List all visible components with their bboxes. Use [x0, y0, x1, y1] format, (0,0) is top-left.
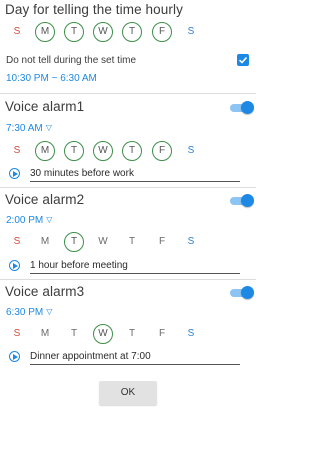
alarm2-day-selector: S M T W T F S: [0, 232, 256, 254]
alarm3-time[interactable]: 6:30 PM ▽: [6, 307, 52, 318]
hourly-title: Day for telling the time hourly: [5, 2, 183, 17]
alarm2-play-icon[interactable]: [9, 260, 20, 271]
alarm1-name: Voice alarm1: [5, 99, 85, 114]
alarm2-day-wed[interactable]: W: [93, 232, 113, 252]
hourly-day-tue[interactable]: T: [64, 22, 84, 42]
hourly-day-sun[interactable]: S: [7, 22, 27, 42]
alarm1-day-fri[interactable]: F: [152, 141, 172, 161]
alarm3-day-wed[interactable]: W: [93, 324, 113, 344]
alarm3-day-sat[interactable]: S: [181, 324, 201, 344]
dropdown-triangle-icon: ▽: [46, 215, 53, 224]
alarm3-time-text: 6:30 PM: [6, 307, 44, 318]
alarm2-day-sat[interactable]: S: [181, 232, 201, 252]
alarm3-day-selector: S M T W T F S: [0, 324, 256, 346]
alarm2-day-tue[interactable]: T: [64, 232, 84, 252]
hourly-day-selector: S M T W T F S: [0, 22, 256, 44]
alarm2-day-fri[interactable]: F: [152, 232, 172, 252]
dnd-time-range[interactable]: 10:30 PM ~ 6:30 AM: [6, 73, 97, 84]
dropdown-triangle-icon: ▽: [45, 123, 52, 132]
alarm3-toggle[interactable]: [230, 286, 254, 299]
divider: [0, 187, 256, 188]
alarm1-day-thu[interactable]: T: [122, 141, 142, 161]
alarm2-time-text: 2:00 PM: [6, 215, 44, 226]
alarm1-day-selector: S M T W T F S: [0, 141, 256, 163]
alarm3-play-icon[interactable]: [9, 351, 20, 362]
alarm1-day-sun[interactable]: S: [7, 141, 27, 161]
dnd-checkbox[interactable]: [237, 54, 249, 66]
alarm1-play-icon[interactable]: [9, 168, 20, 179]
alarm1-time[interactable]: 7:30 AM ▽: [6, 123, 52, 134]
check-icon: [238, 56, 248, 64]
alarm1-day-tue[interactable]: T: [64, 141, 84, 161]
alarm1-day-wed[interactable]: W: [93, 141, 113, 161]
alarm1-day-sat[interactable]: S: [181, 141, 201, 161]
hourly-day-thu[interactable]: T: [122, 22, 142, 42]
alarm3-day-sun[interactable]: S: [7, 324, 27, 344]
alarm1-toggle[interactable]: [230, 101, 254, 114]
alarm1-message-field[interactable]: 30 minutes before work: [30, 168, 240, 182]
hourly-day-sat[interactable]: S: [181, 22, 201, 42]
alarm2-name: Voice alarm2: [5, 192, 85, 207]
alarm1-day-mon[interactable]: M: [35, 141, 55, 161]
dnd-label: Do not tell during the set time: [6, 55, 137, 66]
alarm2-day-thu[interactable]: T: [122, 232, 142, 252]
alarm2-time[interactable]: 2:00 PM ▽: [6, 215, 52, 226]
alarm2-toggle[interactable]: [230, 194, 254, 207]
divider: [0, 93, 256, 94]
alarm3-name: Voice alarm3: [5, 284, 85, 299]
hourly-day-fri[interactable]: F: [152, 22, 172, 42]
alarm2-day-sun[interactable]: S: [7, 232, 27, 252]
alarm3-day-thu[interactable]: T: [122, 324, 142, 344]
alarm3-day-mon[interactable]: M: [35, 324, 55, 344]
alarm3-day-tue[interactable]: T: [64, 324, 84, 344]
divider: [0, 279, 256, 280]
alarm2-day-mon[interactable]: M: [35, 232, 55, 252]
alarm3-day-fri[interactable]: F: [152, 324, 172, 344]
dropdown-triangle-icon: ▽: [46, 307, 53, 316]
alarm3-message-field[interactable]: Dinner appointment at 7:00: [30, 351, 240, 365]
alarm2-message-field[interactable]: 1 hour before meeting: [30, 260, 240, 274]
hourly-day-wed[interactable]: W: [93, 22, 113, 42]
hourly-day-mon[interactable]: M: [35, 22, 55, 42]
dnd-time-range-text: 10:30 PM ~ 6:30 AM: [6, 73, 97, 84]
alarm1-time-text: 7:30 AM: [6, 123, 43, 134]
ok-button[interactable]: OK: [99, 381, 157, 405]
